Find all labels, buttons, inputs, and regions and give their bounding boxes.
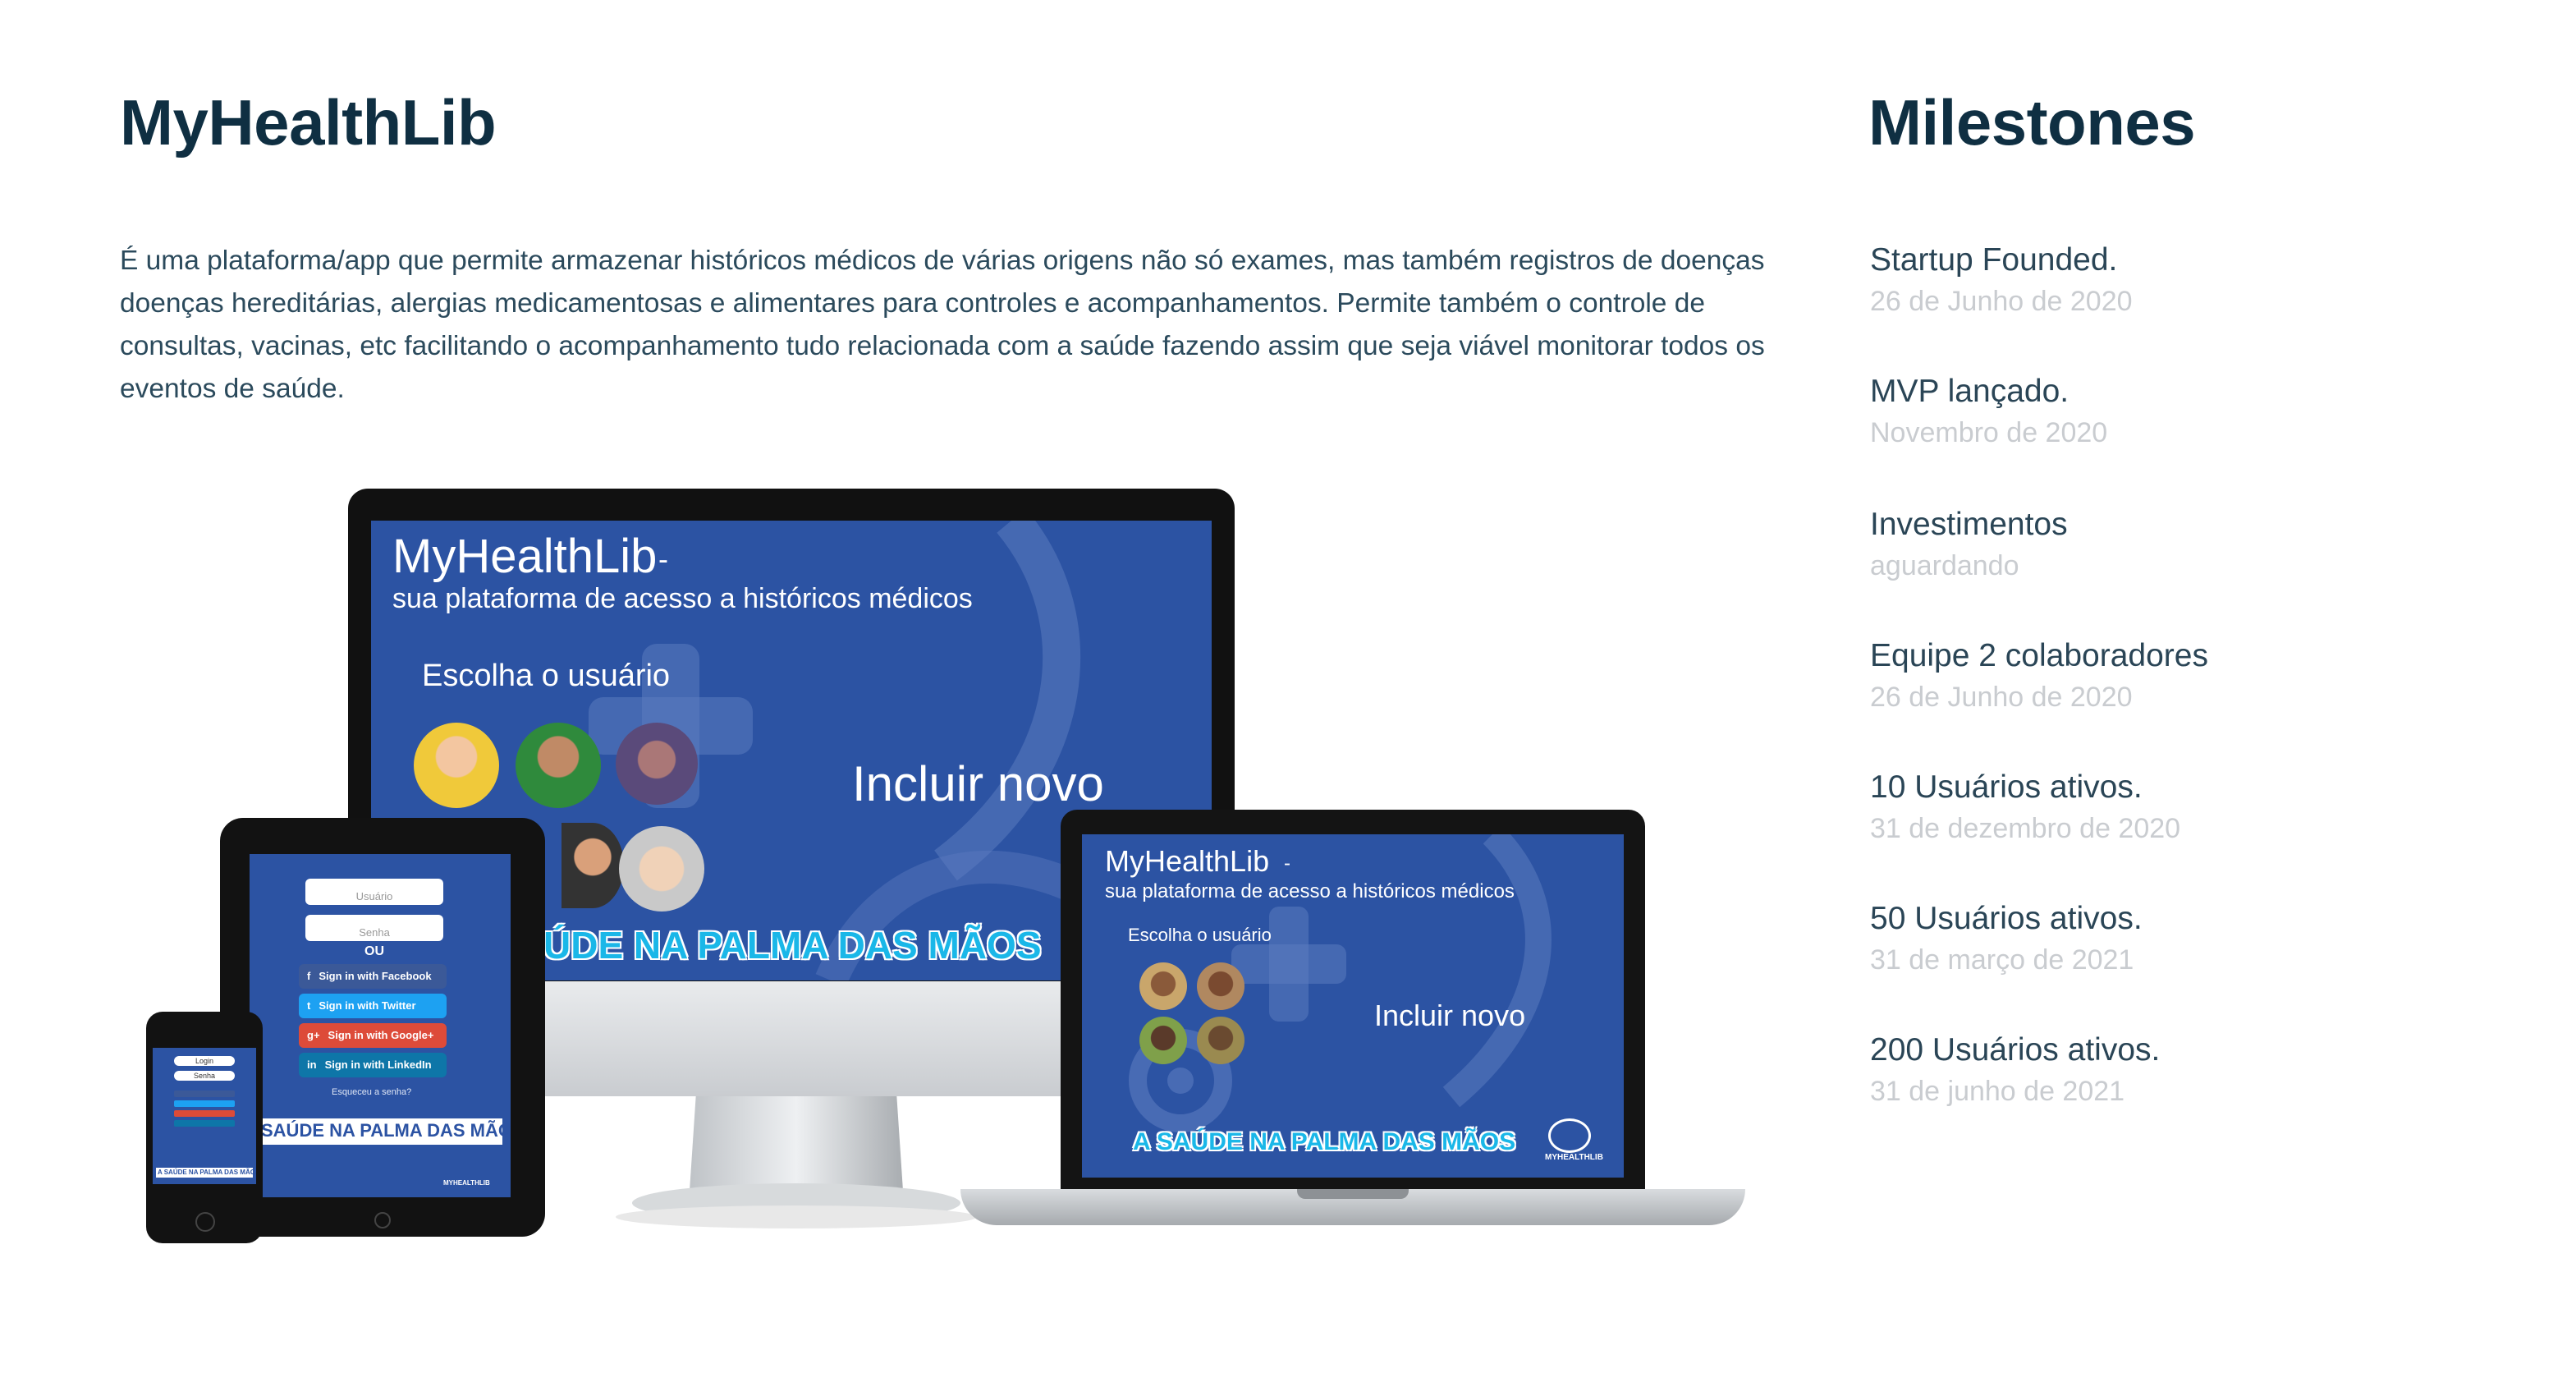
laptop-brand: MYHEALTHLIB: [1545, 1153, 1603, 1162]
tablet-or: OU: [364, 944, 384, 958]
milestone-item: 200 Usuários ativos. 31 de junho de 2021: [1870, 1028, 2527, 1160]
milestone-item: 50 Usuários ativos. 31 de março de 2021: [1870, 897, 2527, 1028]
user-avatar[interactable]: [619, 826, 704, 912]
milestone-item: Startup Founded. 26 de Junho de 2020: [1870, 238, 2527, 370]
user-avatar[interactable]: [1139, 962, 1187, 1010]
facebook-signin-button[interactable]: f Sign in with Facebook: [299, 964, 447, 989]
milestone-item: Equipe 2 colaboradores 26 de Junho de 20…: [1870, 634, 2527, 765]
laptop-heading: MyHealthLib: [1105, 844, 1270, 878]
milestone-title: 200 Usuários ativos.: [1870, 1032, 2161, 1068]
facebook-icon: f: [307, 970, 311, 982]
phone-home-button[interactable]: [195, 1212, 215, 1232]
google-signin-button[interactable]: g+ Sign in with Google+: [299, 1023, 447, 1048]
laptop-choose-user: Escolha o usuário: [1128, 925, 1272, 945]
twitter-icon: t: [307, 999, 311, 1012]
milestone-title: 10 Usuários ativos.: [1870, 769, 2143, 805]
user-avatar[interactable]: [1197, 1017, 1244, 1064]
heart-logo-icon: [1548, 1118, 1591, 1153]
milestone-date: Novembro de 2020: [1870, 417, 2108, 448]
milestone-title: Startup Founded.: [1870, 242, 2118, 278]
phone-screen: Login Senha A SAÚDE NA PALMA DAS MÃOS: [153, 1048, 256, 1184]
milestones-title: Milestones: [1868, 86, 2196, 158]
linkedin-icon: in: [307, 1058, 317, 1071]
phone-slogan: A SAÚDE NA PALMA DAS MÃOS: [158, 1169, 256, 1176]
milestone-item: Investimentos aguardando: [1870, 503, 2527, 634]
monitor-slogan: ÚDE NA PALMA DAS MÃOS: [543, 924, 1042, 967]
laptop-add-new[interactable]: Incluir novo: [1374, 999, 1525, 1033]
app-description: É uma plataforma/app que permite armazen…: [120, 246, 1765, 404]
tablet-user-field[interactable]: Usuário: [305, 879, 443, 905]
milestone-date: 26 de Junho de 2020: [1870, 286, 2133, 317]
laptop-screen: MyHealthLib - sua plataforma de acesso a…: [1082, 834, 1624, 1178]
laptop-dash: -: [1284, 852, 1290, 875]
milestone-item: MVP lançado. Novembro de 2020: [1870, 370, 2527, 503]
twitter-signin-button[interactable]: t Sign in with Twitter: [299, 994, 447, 1018]
milestone-title: MVP lançado.: [1870, 374, 2070, 409]
phone-facebook-button[interactable]: [174, 1091, 235, 1097]
phone-twitter-button[interactable]: [174, 1100, 235, 1107]
user-avatar[interactable]: [1197, 962, 1244, 1010]
monitor-heading: MyHealthLib: [392, 530, 658, 583]
user-avatar[interactable]: [1139, 1017, 1187, 1064]
user-avatar[interactable]: [561, 823, 624, 908]
monitor-subheading: sua plataforma de acesso a históricos mé…: [392, 583, 973, 614]
laptop-slogan: A SAÚDE NA PALMA DAS MÃOS: [1133, 1128, 1516, 1155]
milestone-item: 10 Usuários ativos. 31 de dezembro de 20…: [1870, 765, 2527, 897]
milestone-title: Investimentos: [1870, 507, 2068, 542]
user-avatar[interactable]: [414, 723, 499, 808]
forgot-password-link[interactable]: Esqueceu a senha?: [332, 1087, 411, 1097]
linkedin-signin-button[interactable]: in Sign in with LinkedIn: [299, 1053, 447, 1077]
app-title: MyHealthLib: [120, 86, 497, 158]
monitor-dash: -: [658, 542, 668, 576]
milestone-title: 50 Usuários ativos.: [1870, 901, 2143, 936]
milestone-date: aguardando: [1870, 550, 2019, 581]
tablet-slogan: SAÚDE NA PALMA DAS MÃOS: [261, 1120, 511, 1141]
laptop-notch: [1297, 1189, 1409, 1199]
milestone-date: 26 de Junho de 2020: [1870, 682, 2133, 713]
phone-password-field[interactable]: Senha: [174, 1071, 235, 1081]
phone-google-button[interactable]: [174, 1110, 235, 1117]
monitor-choose-user: Escolha o usuário: [422, 659, 671, 693]
milestones-list: Startup Founded. 26 de Junho de 2020 MVP…: [1870, 238, 2527, 1160]
milestone-date: 31 de dezembro de 2020: [1870, 813, 2181, 844]
tablet-home-button[interactable]: [374, 1212, 391, 1228]
tablet-password-field[interactable]: Senha: [305, 915, 443, 941]
milestone-title: Equipe 2 colaboradores: [1870, 638, 2208, 673]
phone-linkedin-button[interactable]: [174, 1120, 235, 1127]
user-avatar[interactable]: [516, 723, 601, 808]
tablet-brand: MYHEALTHLIB: [443, 1179, 490, 1187]
milestone-date: 31 de março de 2021: [1870, 944, 2134, 976]
monitor-add-new[interactable]: Incluir novo: [852, 755, 1104, 812]
tablet-screen: Usuário Senha OU f Sign in with Facebook …: [250, 854, 511, 1197]
milestone-date: 31 de junho de 2021: [1870, 1076, 2125, 1107]
phone-login-field[interactable]: Login: [174, 1056, 235, 1066]
user-avatar[interactable]: [616, 723, 698, 805]
google-icon: g+: [307, 1029, 320, 1041]
laptop-subheading: sua plataforma de acesso a históricos mé…: [1105, 880, 1515, 902]
